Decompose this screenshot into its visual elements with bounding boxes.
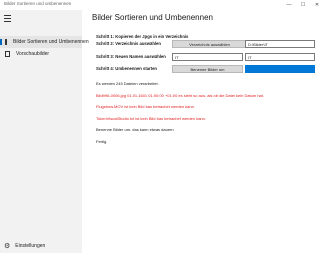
step-1-label: Schritt 1: Kopieren der Jpgs in ein Verz… — [96, 34, 189, 39]
window-title: Bilder Sortieren und umbenennen — [4, 1, 72, 6]
log-line: TokenVisualStudio.txt ist kein Bild bas … — [96, 115, 206, 121]
name-input-1[interactable]: IT — [172, 53, 243, 61]
select-folder-button[interactable]: Verzeichnis auswählen — [172, 40, 247, 48]
step-4-label: Schritt 4: Umbenennen starten — [96, 66, 157, 71]
close-button[interactable]: ✕ — [310, 0, 324, 10]
log-output: Es werden 245 Dateien verarbeitet. Bild9… — [96, 81, 321, 150]
step-2-row: Schritt 2: Verzeichnis auswählen Verzeic… — [96, 40, 326, 50]
sidebar-item-label: Bilder Sortieren und Umbenennen — [13, 39, 89, 45]
sidebar-item-label: Vorschaubilder — [16, 51, 50, 57]
hamburger-menu-icon[interactable] — [4, 14, 14, 23]
log-line: Flugshow.MOV ist kein Bild bas betrachet… — [96, 104, 195, 109]
document-icon — [5, 51, 10, 57]
log-line: Fertig. — [96, 138, 108, 144]
folder-path-field[interactable]: D:\Bilder\IT — [245, 40, 315, 48]
settings-label: Einstellungen — [15, 243, 46, 249]
step-3-row: Schritt 3: Neuen Namen auswählen IT IT — [96, 53, 326, 63]
step-3-label: Schritt 3: Neuen Namen auswählen — [96, 54, 166, 59]
gear-icon: ⚙ — [4, 242, 11, 250]
log-line: Benenne Bilder um. das kann etwas dauern — [96, 127, 174, 132]
log-line: Es werden 245 Dateien verarbeitet. — [96, 81, 159, 86]
name-input-2[interactable]: IT — [245, 53, 315, 61]
title-bar: Bilder Sortieren und umbenennen — ☐ ✕ — [0, 0, 326, 10]
sidebar: Bilder Sortieren und Umbenennen Vorschau… — [0, 10, 89, 253]
progress-bar — [245, 65, 315, 73]
main-content: Bilder Sortieren und Umbenennen Schritt … — [82, 10, 326, 253]
rename-button[interactable]: Benenne Bilder um — [172, 65, 243, 73]
window-controls: — ☐ ✕ — [282, 0, 324, 10]
sidebar-item-vorschaubilder[interactable]: Vorschaubilder — [0, 48, 82, 60]
image-icon — [5, 39, 7, 45]
maximize-button[interactable]: ☐ — [296, 0, 310, 10]
page-title: Bilder Sortieren und Umbenennen — [92, 13, 213, 22]
sidebar-item-settings[interactable]: ⚙ Einstellungen — [0, 240, 82, 252]
log-line: Bild996-0006.jpg 01.01.1601 01:00:00 +01… — [96, 92, 265, 98]
step-2-label: Schritt 2: Verzeichnis auswählen — [96, 41, 161, 46]
sidebar-item-bilder-sortieren[interactable]: Bilder Sortieren und Umbenennen — [0, 36, 89, 48]
step-4-row: Schritt 4: Umbenennen starten Benenne Bi… — [96, 65, 326, 75]
minimize-button[interactable]: — — [282, 0, 296, 10]
